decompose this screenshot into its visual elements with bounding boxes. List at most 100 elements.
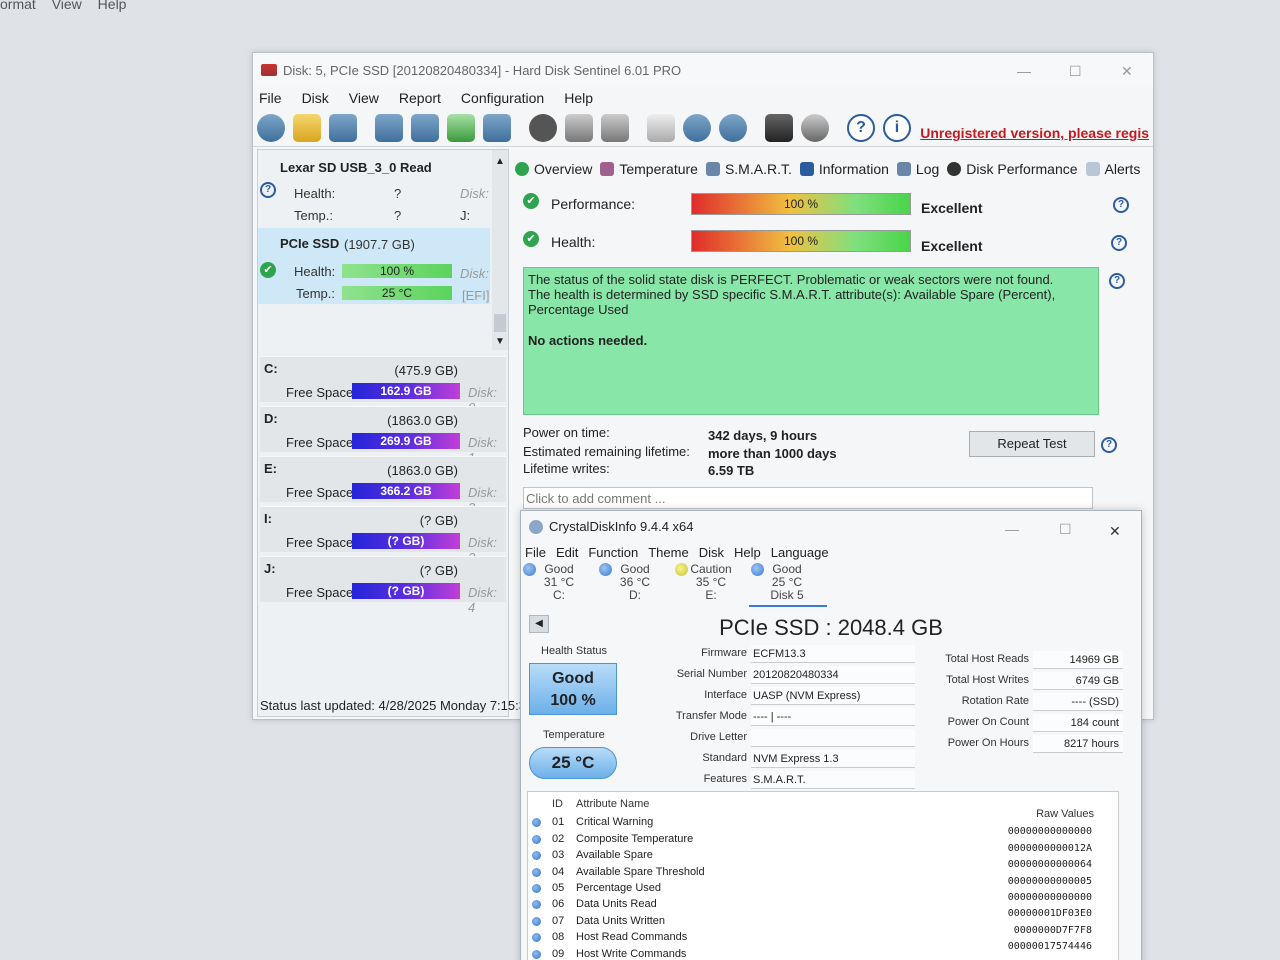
menu-view[interactable]: View <box>349 90 379 106</box>
table-row[interactable]: 01 Critical Warning 00000000000000 <box>528 816 1118 837</box>
surface-icon[interactable] <box>483 113 511 142</box>
volume-c[interactable]: C: (475.9 GB) Free Space 162.9 GB Disk: … <box>260 356 506 415</box>
minimize-icon[interactable]: — <box>1005 521 1019 537</box>
network-icon[interactable] <box>719 113 747 142</box>
smart-header-id[interactable]: ID <box>552 798 563 810</box>
volume-j[interactable]: J: (? GB) Free Space (? GB) Disk: 4 <box>260 556 506 615</box>
sound-icon[interactable] <box>801 113 829 142</box>
server-icon[interactable] <box>601 113 629 142</box>
volume-i[interactable]: I: (? GB) Free Space (? GB) Disk: 3 <box>260 506 506 565</box>
performance-rating: Excellent <box>921 200 983 216</box>
performance-bar: 100 % <box>691 193 911 215</box>
overview-icon <box>515 162 529 176</box>
menu-help[interactable]: Help <box>564 90 593 106</box>
refresh-icon[interactable] <box>257 113 285 142</box>
help-icon[interactable]: ? <box>1113 197 1129 213</box>
disk-status-e[interactable]: Caution 35 °C E: <box>675 563 747 602</box>
comment-field[interactable]: Click to add comment ... <box>523 487 1093 509</box>
power-on-value: 342 days, 9 hours <box>708 428 818 443</box>
alert-icon[interactable] <box>293 113 321 142</box>
smart-name: Data Units Written <box>576 915 666 927</box>
disk-icon[interactable] <box>329 113 357 142</box>
unregistered-link[interactable]: Unregistered version, please regis <box>920 125 1149 141</box>
cdi-menu-theme[interactable]: Theme <box>648 545 688 560</box>
table-row[interactable]: 02 Composite Temperature 0000000000012A <box>528 833 1118 854</box>
health-label: Health: <box>551 234 596 250</box>
disk-drive: E: <box>705 588 717 602</box>
chart-icon[interactable] <box>765 113 793 142</box>
help-icon[interactable]: ? <box>1101 437 1117 453</box>
check-icon: ✔ <box>523 231 539 247</box>
smart-name: Percentage Used <box>576 882 661 894</box>
table-row[interactable]: 03 Available Spare 00000000000064 <box>528 849 1118 870</box>
temp-label: Temp.: <box>294 208 334 223</box>
maximize-icon[interactable]: ☐ <box>1059 521 1072 538</box>
disk-status-d[interactable]: Good 36 °C D: <box>599 563 671 602</box>
free-space-bar: 269.9 GB <box>352 433 460 449</box>
table-row[interactable]: 09 Host Write Commands <box>528 948 1118 960</box>
cdi-menu-file[interactable]: File <box>525 545 546 560</box>
smart-header-name[interactable]: Attribute Name <box>576 798 649 810</box>
menu-configuration[interactable]: Configuration <box>461 90 544 106</box>
close-icon[interactable]: ✕ <box>1109 523 1121 540</box>
table-row[interactable]: 08 Host Read Commands 00000017574446 <box>528 931 1118 952</box>
tab-disk-performance[interactable]: Disk Performance <box>947 161 1078 177</box>
acoustic-icon[interactable] <box>529 113 557 142</box>
cdi-menu-language[interactable]: Language <box>771 545 829 560</box>
bg-menu-help[interactable]: Help <box>98 0 127 12</box>
menu-file[interactable]: File <box>259 90 282 106</box>
tab-log[interactable]: Log <box>896 161 939 177</box>
smart-attribute-table[interactable]: ID Attribute Name Raw Values 01 Critical … <box>527 791 1119 960</box>
good-status-icon <box>532 933 541 942</box>
table-row[interactable]: 07 Data Units Written 0000000D7F7F8 <box>528 915 1118 936</box>
good-status-icon <box>532 884 541 893</box>
tab-alerts[interactable]: Alerts <box>1085 161 1140 177</box>
usb-icon[interactable] <box>565 113 593 142</box>
scroll-down-icon[interactable]: ▼ <box>495 336 505 347</box>
table-row[interactable]: 04 Available Spare Threshold 0000000000000… <box>528 866 1118 887</box>
tab-information[interactable]: Information <box>799 161 889 177</box>
cdi-menu-edit[interactable]: Edit <box>556 545 578 560</box>
bg-menu-format[interactable]: ormat <box>0 0 36 12</box>
cdi-menu-function[interactable]: Function <box>588 545 638 560</box>
tool-icon[interactable] <box>375 113 403 142</box>
tab-smart[interactable]: S.M.A.R.T. <box>705 161 792 177</box>
help-icon[interactable]: ? <box>1111 235 1127 251</box>
disk-status-disk5[interactable]: Good 25 °C Disk 5 <box>751 563 823 602</box>
smart-name: Host Write Commands <box>576 948 687 960</box>
test-icon[interactable] <box>411 113 439 142</box>
tab-overview[interactable]: Overview <box>515 161 592 177</box>
tab-temperature[interactable]: Temperature <box>600 161 698 177</box>
disk-status-c[interactable]: Good 31 °C C: <box>523 563 595 602</box>
verify-icon[interactable] <box>447 113 475 142</box>
disk-list-scrollbar[interactable]: ▲ ▼ <box>492 150 508 350</box>
volume-e[interactable]: E: (1863.0 GB) Free Space 366.2 GB Disk:… <box>260 456 506 515</box>
table-row[interactable]: 06 Data Units Read 00000001DF03E0 <box>528 898 1118 919</box>
temp-bar: 25 °C <box>342 286 452 300</box>
scroll-up-icon[interactable]: ▲ <box>495 156 505 167</box>
interface-label: Interface <box>704 689 747 701</box>
cdi-menu-help[interactable]: Help <box>734 545 761 560</box>
help-icon[interactable]: ? <box>847 113 875 142</box>
table-row[interactable]: 05 Percentage Used 00000000000000 <box>528 882 1118 903</box>
close-icon[interactable]: ✕ <box>1121 63 1133 80</box>
sync-icon[interactable] <box>683 113 711 142</box>
good-status-icon <box>532 868 541 877</box>
smart-id: 08 <box>552 931 565 943</box>
health-status-box[interactable]: Good 100 % <box>529 663 617 715</box>
scroll-thumb[interactable] <box>494 314 506 332</box>
free-space-label: Free Space <box>286 535 354 550</box>
cdi-menu-disk[interactable]: Disk <box>699 545 724 560</box>
menu-report[interactable]: Report <box>399 90 441 106</box>
minimize-icon[interactable]: — <box>1017 63 1031 79</box>
report-icon[interactable] <box>647 113 675 142</box>
info-icon[interactable]: i <box>883 113 911 142</box>
help-icon[interactable]: ? <box>1109 273 1125 289</box>
total-host-writes-value: 6749 GB <box>1033 672 1123 690</box>
maximize-icon[interactable]: ☐ <box>1069 63 1082 80</box>
volume-d[interactable]: D: (1863.0 GB) Free Space 269.9 GB Disk:… <box>260 406 506 465</box>
bg-menu-view[interactable]: View <box>52 0 82 12</box>
cdi-titlebar[interactable]: CrystalDiskInfo 9.4.4 x64 <box>529 519 694 534</box>
repeat-test-button[interactable]: Repeat Test <box>969 431 1095 457</box>
menu-disk[interactable]: Disk <box>302 90 329 106</box>
